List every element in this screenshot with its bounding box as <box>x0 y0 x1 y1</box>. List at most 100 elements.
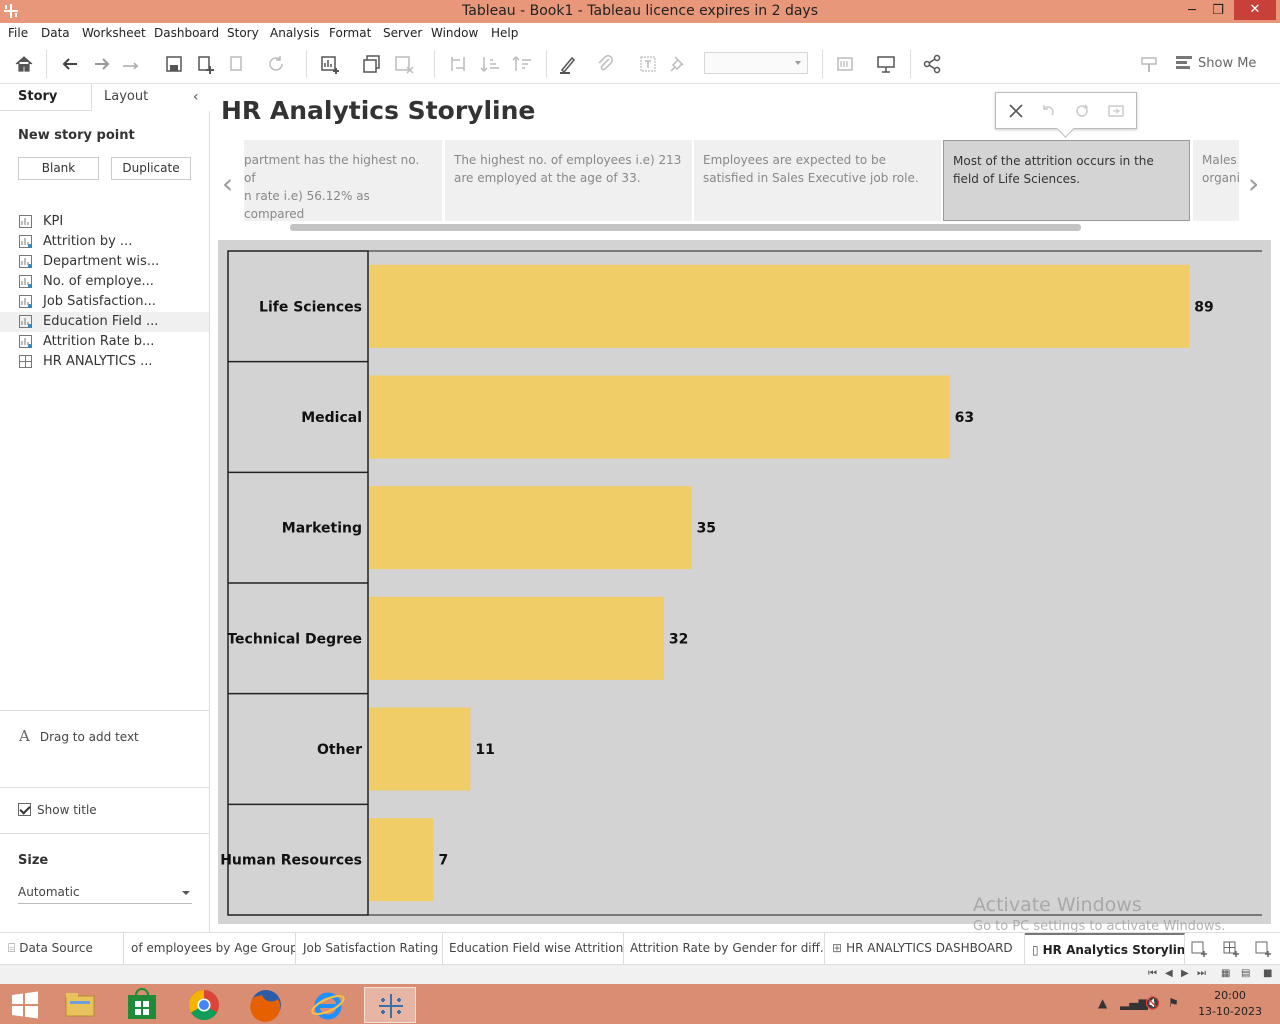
clear-sheet-icon[interactable] <box>392 52 416 76</box>
save-icon[interactable] <box>162 52 186 76</box>
swap-rows-columns-icon[interactable] <box>446 52 470 76</box>
undo-icon[interactable] <box>58 52 82 76</box>
menu-window[interactable]: Window <box>431 26 478 40</box>
network-icon[interactable]: ▂▄▆ <box>1120 996 1148 1010</box>
attach-icon[interactable] <box>594 52 618 76</box>
tableau-taskbar-icon[interactable] <box>364 987 416 1023</box>
tab-hr-storyline[interactable]: ▯ HR Analytics Storyline <box>1025 933 1185 964</box>
chrome-icon[interactable] <box>178 987 230 1023</box>
size-dropdown[interactable]: Automatic <box>18 882 192 904</box>
pin-icon[interactable] <box>666 52 690 76</box>
show-me-button[interactable]: Show Me <box>1198 56 1256 71</box>
story-point[interactable]: partment has the highest no. of n rate i… <box>244 140 442 221</box>
sheet-item-attrition-rate[interactable]: Attrition Rate b... <box>0 332 209 352</box>
revert-icon[interactable] <box>1038 101 1058 121</box>
tab-employees-by-age[interactable]: of employees by Age Group <box>124 933 296 964</box>
show-title-checkbox[interactable]: Show title <box>18 803 97 817</box>
new-worksheet-icon[interactable] <box>318 52 342 76</box>
show-cards-icon[interactable] <box>834 52 858 76</box>
replay-icon[interactable] <box>120 52 144 76</box>
tab-data-source[interactable]: ⌸ Data Source <box>0 933 124 964</box>
internet-explorer-icon[interactable] <box>302 987 354 1023</box>
duplicate-button[interactable]: Duplicate <box>111 157 191 180</box>
data-label: 32 <box>669 631 688 647</box>
sheet-item-attrition[interactable]: Attrition by ... <box>0 232 209 252</box>
menu-help[interactable]: Help <box>491 26 518 40</box>
new-dashboard-tab-icon[interactable] <box>1223 940 1241 958</box>
show-me-icon[interactable] <box>1176 56 1192 69</box>
show-labels-icon[interactable] <box>636 52 660 76</box>
save-as-new-icon[interactable] <box>1106 101 1126 121</box>
new-data-source-icon[interactable] <box>194 52 218 76</box>
menu-server[interactable]: Server <box>383 26 422 40</box>
refresh-icon[interactable] <box>264 52 288 76</box>
story-point-active[interactable]: Most of the attrition occurs in the fiel… <box>943 140 1190 221</box>
toolbar-separator <box>434 50 435 78</box>
windows-start-icon[interactable] <box>10 991 40 1019</box>
action-center-icon[interactable]: ⚑ <box>1168 996 1179 1010</box>
previous-sheet-icon[interactable]: ◀ <box>1165 968 1173 979</box>
sheet-item-education-field[interactable]: Education Field ... <box>0 312 209 332</box>
highlight-icon[interactable] <box>556 52 580 76</box>
new-story-tab-icon[interactable] <box>1255 940 1273 958</box>
story-point[interactable]: The highest no. of employees i.e) 213 ar… <box>445 140 692 221</box>
home-icon[interactable] <box>12 52 36 76</box>
menu-data[interactable]: Data <box>41 26 70 40</box>
menu-file[interactable]: File <box>8 26 28 40</box>
menu-format[interactable]: Format <box>329 26 371 40</box>
sheet-item-department[interactable]: Department wis... <box>0 252 209 272</box>
story-points-scrollbar[interactable] <box>290 224 1081 231</box>
next-sheet-icon[interactable]: ▶ <box>1181 968 1189 979</box>
previous-story-point-icon[interactable]: ‹ <box>222 167 233 200</box>
sort-descending-icon[interactable] <box>510 52 534 76</box>
sheet-sorter-icon[interactable]: ▦ <box>1221 968 1230 979</box>
collapse-sidebar-icon[interactable]: ‹ <box>193 89 199 105</box>
dashboard-icon <box>19 355 32 368</box>
tabs-view-icon[interactable]: ■ <box>1263 968 1272 979</box>
volume-muted-icon[interactable]: 🔇 <box>1145 996 1160 1010</box>
duplicate-sheet-icon[interactable] <box>360 52 384 76</box>
format-painter-icon[interactable] <box>1137 52 1161 76</box>
data-label: 11 <box>475 742 494 758</box>
system-clock[interactable]: 20:00 13-10-2023 <box>1198 988 1262 1020</box>
tab-story[interactable]: Story <box>0 84 92 111</box>
tab-hr-dashboard[interactable]: ⊞ HR ANALYTICS DASHBOARD <box>825 933 1025 964</box>
story-point[interactable]: Males organi <box>1193 140 1239 221</box>
last-sheet-icon[interactable]: ⏭ <box>1197 968 1206 979</box>
filmstrip-icon[interactable]: ▤ <box>1241 968 1250 979</box>
redo-icon[interactable] <box>90 52 114 76</box>
sort-ascending-icon[interactable] <box>478 52 502 76</box>
tab-attrition-rate-gender[interactable]: Attrition Rate by Gender for diff... <box>624 933 825 964</box>
fit-dropdown[interactable] <box>704 52 808 74</box>
blank-button[interactable]: Blank <box>18 157 99 180</box>
show-hidden-icons-icon[interactable]: ▲ <box>1098 996 1107 1010</box>
restore-button[interactable]: ❐ <box>1204 0 1232 22</box>
menu-story[interactable]: Story <box>227 26 259 40</box>
drag-text-object[interactable]: A Drag to add text <box>19 727 139 745</box>
menu-worksheet[interactable]: Worksheet <box>82 26 146 40</box>
sheet-item-label: No. of employe... <box>43 274 154 289</box>
checkbox-checked-icon[interactable] <box>18 803 31 816</box>
menu-dashboard[interactable]: Dashboard <box>154 26 219 40</box>
next-story-point-icon[interactable]: › <box>1248 167 1259 200</box>
pause-updates-icon[interactable] <box>226 52 250 76</box>
update-icon[interactable] <box>1072 101 1092 121</box>
sheet-item-job-satisfaction[interactable]: Job Satisfaction... <box>0 292 209 312</box>
tab-job-satisfaction[interactable]: Job Satisfaction Rating <box>296 933 443 964</box>
presentation-mode-icon[interactable] <box>874 52 898 76</box>
new-worksheet-tab-icon[interactable] <box>1191 940 1209 958</box>
close-icon[interactable] <box>1006 101 1026 121</box>
minimize-button[interactable]: ─ <box>1178 0 1206 22</box>
first-sheet-icon[interactable]: ⏮ <box>1148 968 1157 979</box>
sheet-item-employees[interactable]: No. of employe... <box>0 272 209 292</box>
sheet-item-hr-dashboard[interactable]: HR ANALYTICS ... <box>0 352 209 372</box>
close-window-button[interactable]: ✕ <box>1234 0 1276 20</box>
file-explorer-icon[interactable] <box>54 987 106 1023</box>
story-point[interactable]: Employees are expected to be satisfied i… <box>694 140 941 221</box>
menu-analysis[interactable]: Analysis <box>270 26 319 40</box>
store-icon[interactable] <box>116 987 168 1023</box>
tab-education-field[interactable]: Education Field wise Attrition <box>443 933 624 964</box>
sheet-item-kpi[interactable]: KPI <box>0 212 209 232</box>
firefox-icon[interactable] <box>240 987 292 1023</box>
share-icon[interactable] <box>920 52 944 76</box>
